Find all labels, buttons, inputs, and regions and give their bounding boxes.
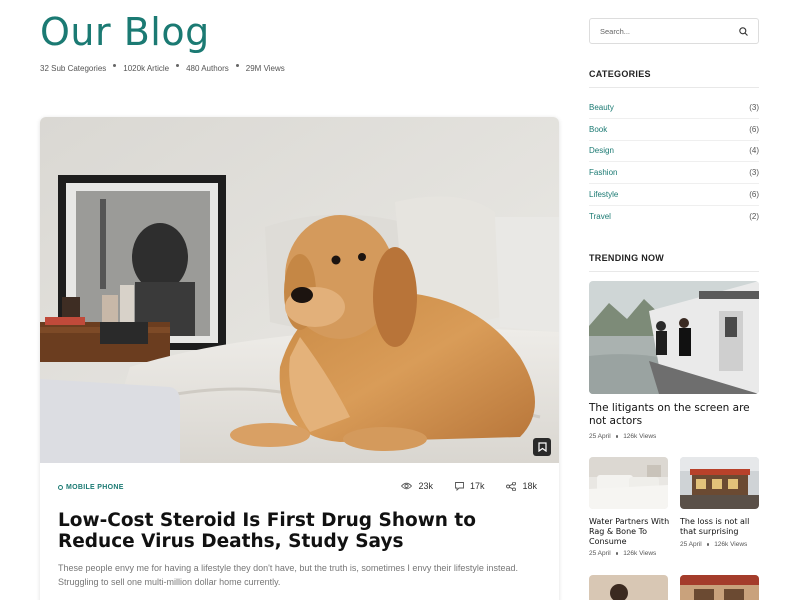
categories-list: Beauty (3) Book (6) Design (4) Fashion (… — [589, 97, 759, 228]
category-item-fashion[interactable]: Fashion (3) — [589, 162, 759, 185]
bookmark-button[interactable] — [533, 438, 551, 456]
trending-item-title[interactable]: Water Partners With Rag & Bone To Consum… — [589, 517, 671, 547]
trending-main-meta: 25 April 126k Views — [589, 433, 656, 440]
separator-dot — [235, 64, 239, 67]
eye-icon — [401, 482, 413, 490]
comment-icon — [455, 481, 464, 491]
trending-item-image[interactable] — [589, 457, 668, 509]
post-views: 126k Views — [623, 550, 657, 557]
category-item-design[interactable]: Design (4) — [589, 141, 759, 163]
featured-post-title[interactable]: Low-Cost Steroid Is First Drug Shown to … — [58, 510, 548, 552]
stat-views: 29M Views — [245, 64, 285, 73]
search-input[interactable] — [600, 26, 739, 36]
shares-metric: 18k — [506, 481, 537, 491]
featured-post-image[interactable] — [40, 117, 559, 463]
category-name: Beauty — [589, 102, 614, 112]
separator-dot — [706, 543, 710, 546]
market-photo — [680, 575, 759, 600]
category-item-beauty[interactable]: Beauty (3) — [589, 97, 759, 119]
category-name: Lifestyle — [589, 190, 619, 200]
trending-item-title[interactable]: The loss is not all that surprising — [680, 517, 762, 537]
category-count: (2) — [749, 212, 759, 222]
bookmark-icon — [537, 442, 547, 452]
post-date: 25 April — [589, 433, 611, 440]
category-count: (4) — [749, 146, 759, 156]
dog-on-bed-photo — [40, 117, 559, 463]
trending-item-meta: 25 April 126k Views — [589, 550, 656, 557]
trending-main-image[interactable] — [589, 281, 759, 394]
trending-heading: TRENDING NOW — [589, 253, 759, 272]
category-count: (3) — [749, 168, 759, 178]
separator-dot — [615, 552, 619, 555]
stat-authors: 480 Authors — [186, 64, 229, 73]
comments-metric: 17k — [455, 481, 485, 491]
stat-sub-categories: 32 Sub Categories — [40, 64, 107, 73]
page-title: Our Blog — [40, 10, 210, 54]
trending-item-image[interactable] — [680, 457, 759, 509]
trending-item-meta: 25 April 126k Views — [680, 541, 747, 548]
category-name: Book — [589, 124, 608, 134]
separator-dot — [615, 435, 619, 438]
separator-dot — [176, 64, 180, 67]
category-count: (6) — [749, 124, 759, 134]
category-item-book[interactable]: Book (6) — [589, 119, 759, 141]
category-count: (3) — [749, 102, 759, 112]
person-photo — [589, 575, 668, 600]
category-name: Design — [589, 146, 614, 156]
featured-post-card[interactable]: MOBILE PHONE 23k 17k 18k Low-Cost Steroi… — [40, 117, 559, 600]
category-item-lifestyle[interactable]: Lifestyle (6) — [589, 184, 759, 206]
separator-dot — [113, 64, 117, 67]
post-views: 126k Views — [714, 541, 748, 548]
categories-heading: CATEGORIES — [589, 69, 759, 88]
bedroom-photo — [589, 457, 668, 509]
trending-item-image[interactable] — [589, 575, 668, 600]
post-category-label: MOBILE PHONE — [66, 484, 124, 491]
category-count: (6) — [749, 190, 759, 200]
category-name: Travel — [589, 212, 611, 222]
featured-post-excerpt: These people envy me for having a lifest… — [58, 563, 518, 587]
blog-stats: 32 Sub Categories 1020k Article 480 Auth… — [40, 64, 285, 73]
featured-post-body: MOBILE PHONE 23k 17k 18k Low-Cost Steroi… — [40, 463, 559, 600]
views-count: 23k — [418, 481, 433, 491]
post-date: 25 April — [589, 550, 611, 557]
trending-item-image[interactable] — [680, 575, 759, 600]
category-name: Fashion — [589, 168, 618, 178]
post-date: 25 April — [680, 541, 702, 548]
search-icon[interactable] — [739, 26, 748, 36]
trending-main-title[interactable]: The litigants on the screen are not acto… — [589, 402, 759, 428]
boat-river-photo — [589, 281, 759, 394]
category-item-travel[interactable]: Travel (2) — [589, 206, 759, 228]
post-category-tag[interactable]: MOBILE PHONE — [58, 484, 124, 491]
stat-articles: 1020k Article — [123, 64, 170, 73]
comments-count: 17k — [469, 481, 485, 491]
street-cafe-photo — [680, 457, 759, 509]
share-icon — [506, 481, 517, 491]
circle-icon — [58, 485, 63, 490]
search-box — [589, 18, 759, 44]
post-metrics: 23k 17k 18k — [401, 481, 537, 491]
shares-count: 18k — [522, 481, 537, 491]
post-views: 126k Views — [623, 433, 657, 440]
views-metric: 23k — [401, 481, 433, 491]
